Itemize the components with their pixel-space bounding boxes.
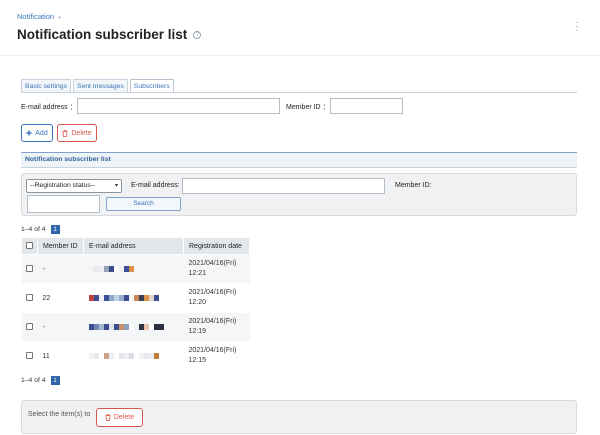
page-header: Notification ⌄ Notification subscriber l… [0,0,600,56]
breadcrumb[interactable]: Notification ⌄ [17,12,62,21]
email-cell [83,283,184,313]
search-member-id-field[interactable] [27,195,100,213]
registration-status-select[interactable]: --Registration status-- ▾ [26,179,122,193]
help-circle-icon[interactable]: ? [193,30,202,39]
section-title: Notification subscriber list [21,152,577,168]
search-member-id-label: Member ID: [395,182,432,189]
redaction-pixel [158,324,164,330]
redacted-email [88,323,179,331]
member-id-label: Member ID ： [286,104,330,111]
table-header-row: Member ID E-mail address Registration da… [21,237,250,255]
page-button[interactable]: 1 [50,225,60,234]
member-id-cell: 11 [37,341,84,371]
redacted-email [88,352,179,360]
pagination-bottom: 1–4 of 4 1 [21,376,60,385]
column-registration-date[interactable]: Registration date [183,237,250,255]
plus-icon [26,130,32,136]
row-checkbox-cell [21,341,38,371]
add-button[interactable]: Add [21,124,53,142]
column-email[interactable]: E-mail address [83,237,184,255]
row-checkbox[interactable] [25,265,33,273]
pagination-top: 1–4 of 4 1 [21,225,60,234]
row-checkbox-cell [21,254,38,284]
select-all-checkbox[interactable] [26,242,33,250]
add-button-label: Add [35,129,48,137]
subscriber-table: Member ID E-mail address Registration da… [21,237,250,371]
registration-date-cell: 2021/04/16(Fri) 12:19 [183,312,250,342]
time-line: 12:19 [188,328,207,335]
table-row[interactable]: 11 2021/04/16(Fri) 12:15 [21,341,250,371]
trash-icon [62,129,68,137]
row-checkbox[interactable] [25,352,33,360]
pagination-range: 1–4 of 4 [21,377,46,384]
row-checkbox[interactable] [25,294,33,302]
row-checkbox[interactable] [25,323,33,331]
bulk-delete-label: Delete [113,414,135,421]
row-checkbox-cell [21,312,38,342]
delete-button-label: Delete [71,129,92,137]
page-title-text: Notification subscriber list [17,27,188,42]
pagination-range: 1–4 of 4 [21,226,46,233]
select-caret-icon: ▾ [114,183,118,189]
redaction-pixel [128,266,134,272]
tab-basic-settings[interactable]: Basic settings [21,79,71,93]
tab-divider [21,92,577,93]
search-email-label: E-mail address: [131,182,180,189]
kebab-menu-icon[interactable]: · · · [575,18,579,35]
member-id-field[interactable] [330,98,403,114]
redacted-email [88,265,179,273]
member-id-cell: - [37,312,84,342]
bulk-delete-button[interactable]: Delete [96,408,143,427]
table-row[interactable]: 22 2021/04/16(Fri) 12:20 [21,283,250,313]
redaction-pixel [153,295,159,301]
redacted-email [88,294,179,302]
chevron-down-icon[interactable]: ⌄ [57,13,62,20]
search-button[interactable]: Search [106,197,181,211]
tab-subscribers[interactable]: Subscribers [129,79,174,93]
select-all-cell [21,237,38,255]
search-email-field[interactable] [182,178,385,194]
registration-date-cell: 2021/04/16(Fri) 12:21 [183,254,250,284]
bulk-action-label: Select the item(s) to [28,411,91,418]
table-row[interactable]: - 2021/04/16(Fri) 12:19 [21,312,250,342]
registration-date-cell: 2021/04/16(Fri) 12:20 [183,283,250,313]
trash-icon [105,414,111,421]
page-title: Notification subscriber list ? [17,27,202,42]
email-cell [83,312,184,342]
date-line: 2021/04/16(Fri) [188,318,237,325]
email-field[interactable] [77,98,280,114]
email-cell [83,254,184,284]
time-line: 12:15 [188,357,207,364]
time-line: 12:20 [188,299,207,306]
date-line: 2021/04/16(Fri) [188,260,237,267]
row-checkbox-cell [21,283,38,313]
registration-date-cell: 2021/04/16(Fri) 12:15 [183,341,250,371]
date-line: 2021/04/16(Fri) [188,289,237,296]
member-id-cell: 22 [37,283,84,313]
tab-bar: Basic settings Sent messages Subscribers [21,79,174,93]
page-button[interactable]: 1 [50,376,60,385]
tab-sent-messages[interactable]: Sent messages [72,79,128,93]
column-member-id[interactable]: Member ID [37,237,84,255]
table-row[interactable]: - 2021/04/16(Fri) 12:21 [21,254,250,284]
time-line: 12:21 [188,270,207,277]
breadcrumb-label[interactable]: Notification [17,12,54,21]
registration-status-value: --Registration status-- [30,182,96,189]
redaction-pixel [153,353,159,359]
email-cell [83,341,184,371]
email-label: E-mail address ： [21,104,77,111]
date-line: 2021/04/16(Fri) [188,347,237,354]
delete-button[interactable]: Delete [57,124,97,142]
member-id-cell: - [37,254,84,284]
